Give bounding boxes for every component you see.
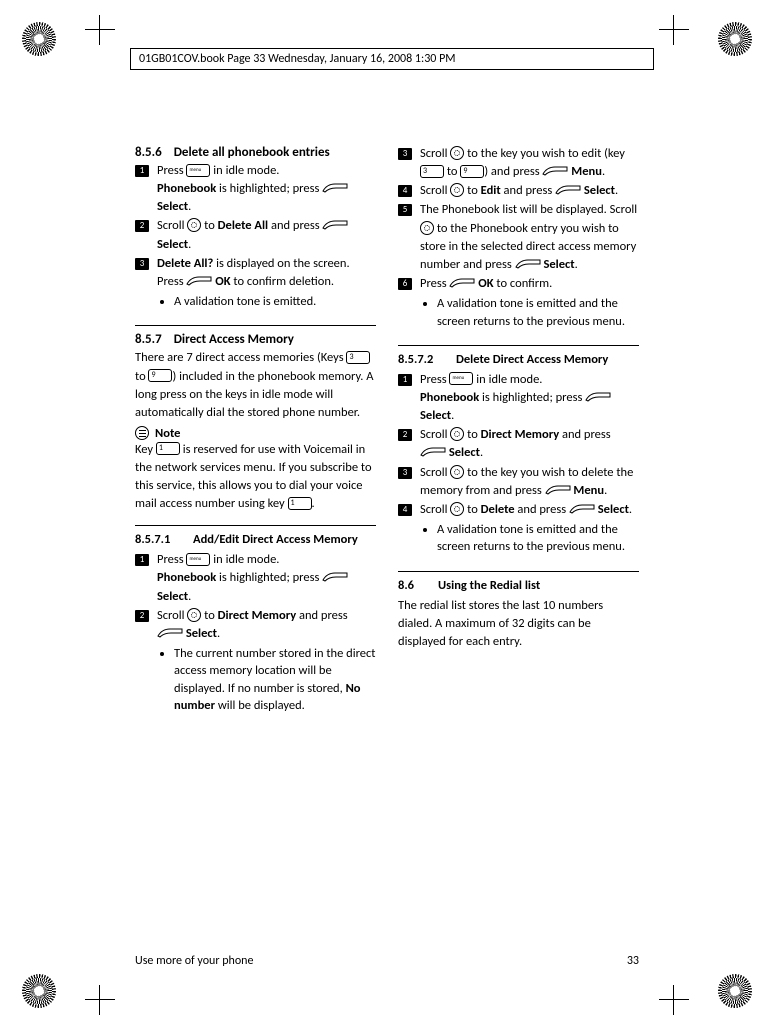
bullet-item: A validation tone is emitted and the scr… [437,295,639,330]
nav-ring-icon [450,146,464,160]
softkey-icon [555,184,581,195]
bullet-item: A validation tone is emitted and the scr… [437,521,639,556]
heading-856: 8.5.6Delete all phonebook entries [135,145,376,160]
menu-key-icon [449,372,473,385]
step-number-badge: 1 [135,554,149,566]
step-number-badge: 2 [135,220,149,232]
key-3-icon: 3 [420,165,444,178]
nav-ring-icon [450,183,464,197]
cropmark-icon [80,980,120,1020]
right-column: 3 Scroll to the key you wish to edit (ke… [398,145,639,950]
step-number-badge: 2 [135,610,149,622]
softkey-icon [515,258,541,269]
step-item: 2 Scroll to Direct Memory and press Sele… [398,426,639,462]
cropmark-icon [654,980,694,1020]
step-item: 2 Scroll to Delete All and press Select. [135,217,376,253]
softkey-icon [322,571,348,582]
softkey-icon [420,446,446,457]
nav-ring-icon [187,218,201,232]
divider [398,345,639,346]
step-item: 3 Scroll to the key you wish to delete t… [398,464,639,500]
step-number-badge: 1 [135,165,149,177]
softkey-icon [322,182,348,193]
registration-mark-icon [22,22,56,56]
heading-857: 8.5.7Direct Access Memory [135,332,376,347]
cropmark-icon [80,10,120,50]
step-number-badge: 4 [398,504,412,516]
bullet-item: A validation tone is emitted. [174,293,376,311]
softkey-icon [186,275,212,286]
nav-ring-icon [420,221,434,235]
step-item: 3 Delete All? is displayed on the screen… [135,255,376,315]
heading-8571: 8.5.7.1Add/Edit Direct Access Memory [135,532,376,549]
cropmark-icon [654,10,694,50]
divider [135,325,376,326]
registration-mark-icon [718,974,752,1008]
menu-key-icon [186,164,210,177]
nav-ring-icon [450,427,464,441]
step-number-badge: 1 [398,374,412,386]
step-number-badge: 2 [398,429,412,441]
registration-mark-icon [718,22,752,56]
step-number-badge: 6 [398,278,412,290]
softkey-icon [157,627,183,638]
running-header: 01GB01COV.book Page 33 Wednesday, Januar… [130,48,654,70]
step-item: 6 Press OK to confirm. A validation tone… [398,275,639,334]
step-item: 1 Press in idle mode. Phonebook is highl… [135,551,376,605]
step-item: 3 Scroll to the key you wish to edit (ke… [398,145,639,181]
left-column: 8.5.6Delete all phonebook entries 1 Pres… [135,145,376,950]
key-1-icon: 1 [156,442,180,455]
key-1-icon: 1 [288,497,312,510]
step-item: 4 Scroll to Edit and press Select. [398,182,639,200]
step-item: 2 Scroll to Direct Memory and press Sele… [135,607,376,719]
nav-ring-icon [450,465,464,479]
step-number-badge: 3 [135,258,149,270]
step-number-badge: 4 [398,185,412,197]
note-heading: Note [135,426,376,441]
heading-86: 8.6Using the Redial list [398,578,639,595]
step-number-badge: 3 [398,467,412,479]
menu-key-icon [186,553,210,566]
paragraph: The redial list stores the last 10 numbe… [398,597,639,651]
divider [398,571,639,572]
key-9-icon: 9 [148,369,172,382]
step-item: 4 Scroll to Delete and press Select. A v… [398,501,639,560]
registration-mark-icon [22,974,56,1008]
nav-ring-icon [187,608,201,622]
step-number-badge: 3 [398,148,412,160]
step-item: 1 Press in idle mode. Phonebook is highl… [135,162,376,216]
footer-page-number: 33 [627,954,639,968]
softkey-icon [542,165,568,176]
softkey-icon [545,484,571,495]
nav-ring-icon [450,502,464,516]
softkey-icon [449,277,475,288]
divider [135,525,376,526]
step-number-badge: 5 [398,204,412,216]
note-icon [135,426,149,440]
key-9-icon: 9 [460,165,484,178]
footer-section-label: Use more of your phone [135,954,253,968]
step-item: 1 Press in idle mode. Phonebook is highl… [398,371,639,425]
step-item: 5 The Phonebook list will be displayed. … [398,201,639,274]
heading-8572: 8.5.7.2Delete Direct Access Memory [398,352,639,369]
note-body: Key 1 is reserved for use with Voicemail… [135,441,376,514]
softkey-icon [585,391,611,402]
paragraph: There are 7 direct access memories (Keys… [135,349,376,422]
softkey-icon [569,503,595,514]
key-3-icon: 3 [346,351,370,364]
bullet-item: The current number stored in the direct … [174,645,376,715]
softkey-icon [322,219,348,230]
